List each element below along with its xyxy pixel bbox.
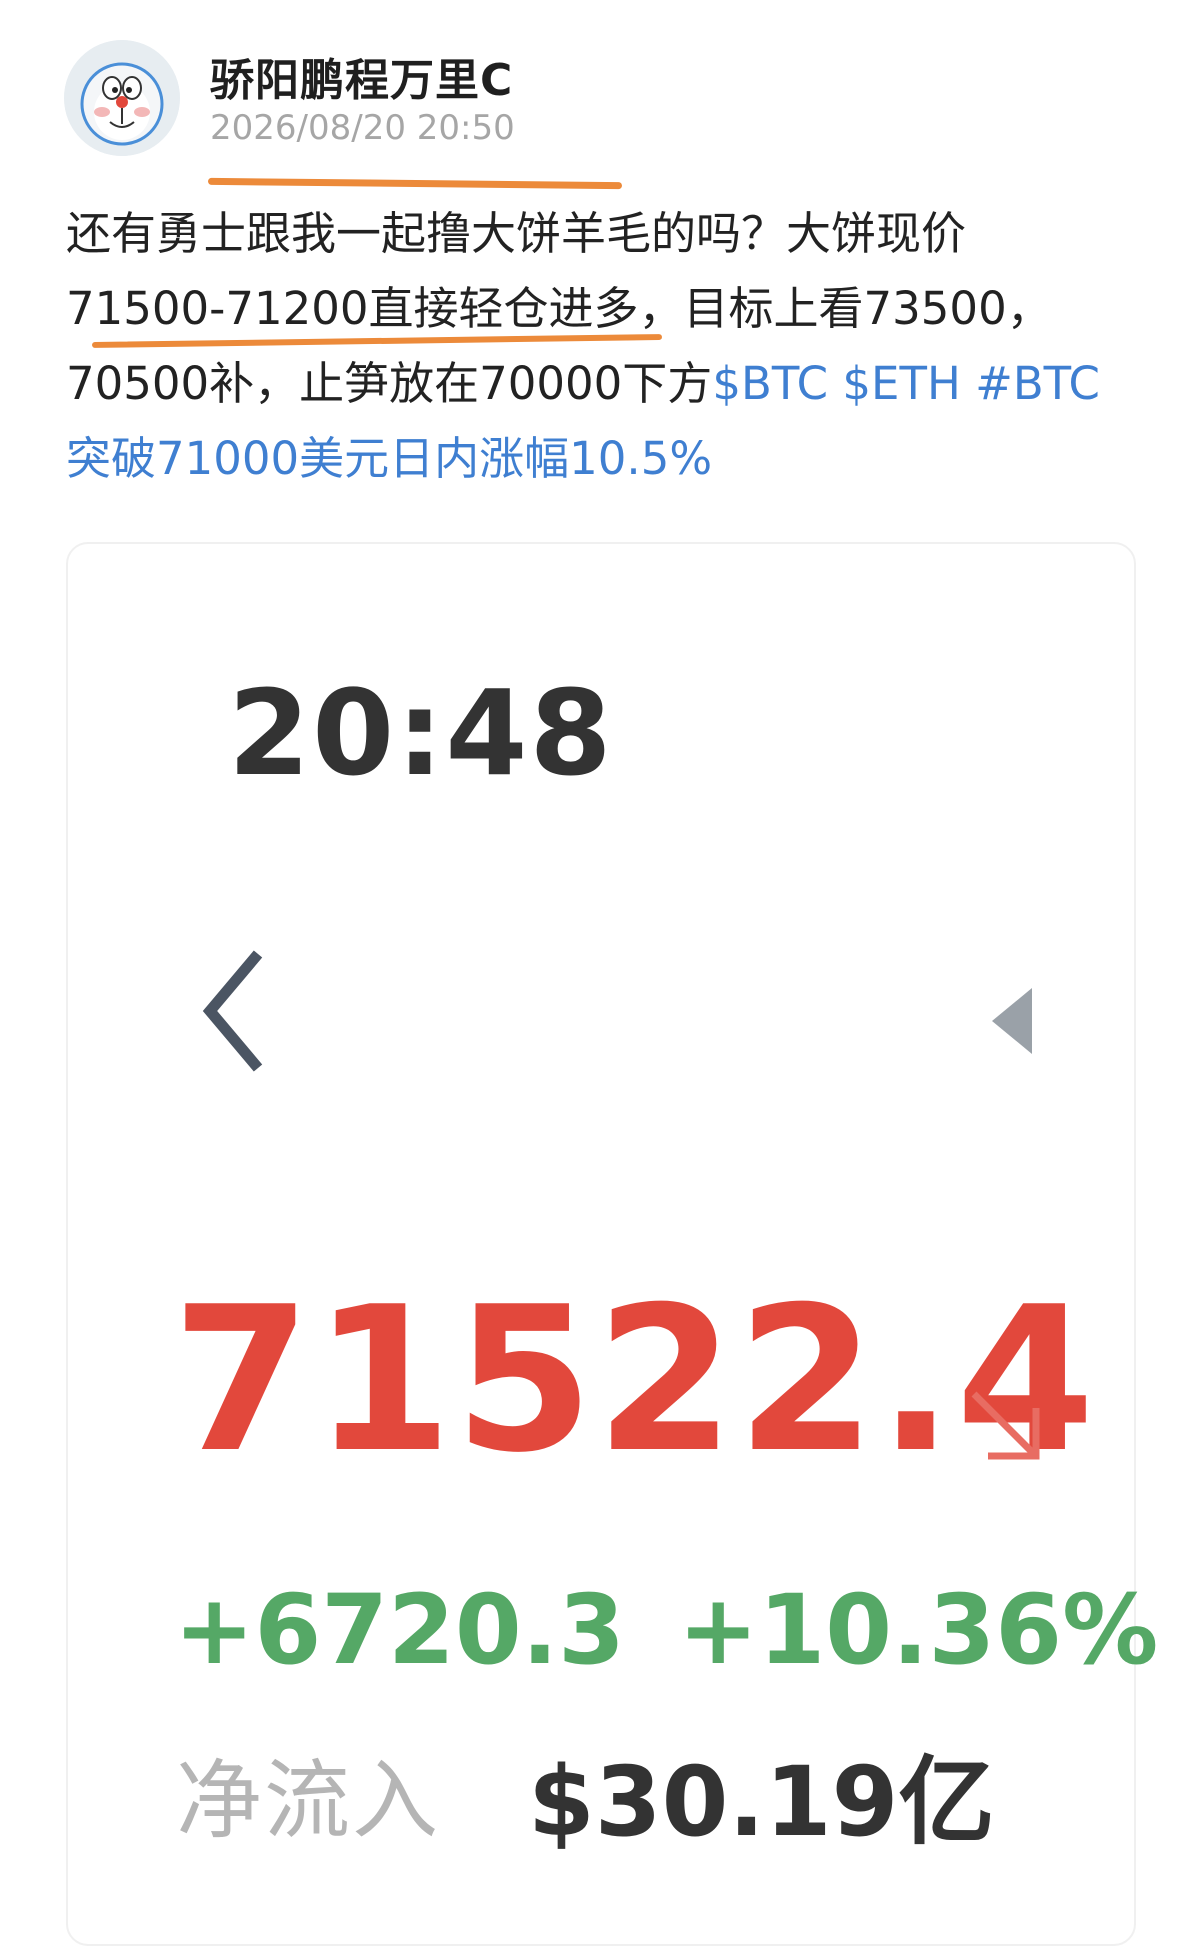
price-change-absolute: +6720.3 xyxy=(174,1574,625,1686)
btc-price: 71522.4 xyxy=(172,1264,1097,1497)
net-inflow-label: 净流入 xyxy=(176,1751,440,1851)
post-timestamp: 2026/08/20 20:50 xyxy=(210,108,515,148)
arrow-down-right-icon xyxy=(971,1391,1040,1460)
price-change-percent: +10.36% xyxy=(678,1574,1159,1686)
post-line-3-text: 70500补，止笋放在70000下方 xyxy=(66,357,713,410)
author-name[interactable]: 骄阳鹏程万里C xyxy=(210,44,513,108)
post-line-4: 突破71000美元日内涨幅10.5% xyxy=(66,421,1146,496)
post-line-3: 70500补，止笋放在70000下方$BTC $ETH #BTC xyxy=(66,346,1146,421)
triangle-left-icon xyxy=(992,988,1032,1054)
chevron-left-icon xyxy=(202,950,263,1072)
doraemon-avatar-icon xyxy=(64,40,180,156)
embedded-screenshot-card[interactable]: 20:48 71522.4 +6720.3 +10.36% 净流入 $30.19… xyxy=(66,542,1158,1946)
clock-time: 20:48 xyxy=(228,664,614,802)
hashtag-topic-rest[interactable]: 突破71000美元日内涨幅10.5% xyxy=(66,432,712,485)
highlight-underline-timestamp xyxy=(207,177,623,190)
avatar[interactable] xyxy=(64,40,180,156)
hashtag-topic-start[interactable]: #BTC xyxy=(975,357,1100,410)
post-line-1: 还有勇士跟我一起撸大饼羊毛的吗？大饼现价 xyxy=(66,207,967,260)
cashtag-eth[interactable]: $ETH xyxy=(842,357,960,410)
cashtag-btc[interactable]: $BTC xyxy=(712,357,828,410)
net-inflow-value: $30.19亿 xyxy=(528,1746,995,1858)
